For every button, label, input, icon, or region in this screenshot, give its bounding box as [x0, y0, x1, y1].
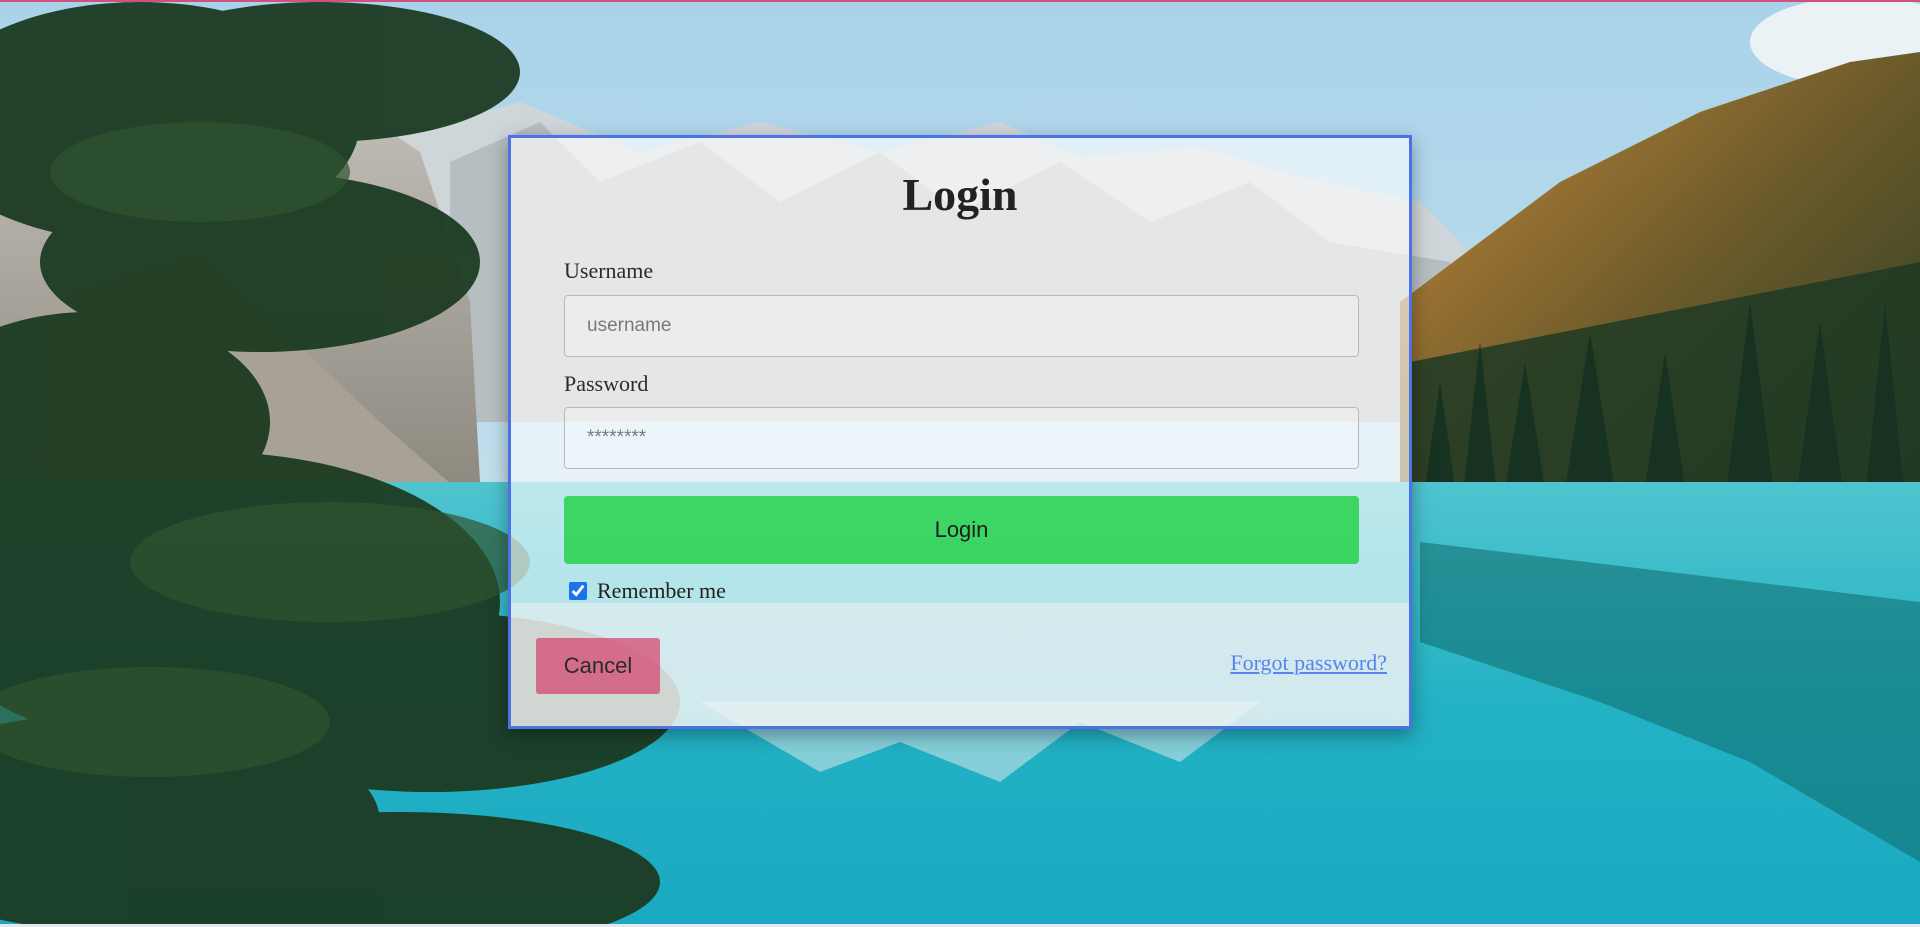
page-title: Login	[902, 169, 1018, 220]
login-button[interactable]: Login	[564, 496, 1359, 564]
username-input[interactable]	[564, 295, 1359, 357]
remember-me-row: Remember me	[569, 576, 726, 606]
login-card: Login Username Password Login Remember m…	[508, 135, 1412, 729]
remember-me-label[interactable]: Remember me	[597, 578, 726, 604]
remember-me-checkbox[interactable]	[569, 582, 587, 600]
password-input[interactable]	[564, 407, 1359, 469]
username-label: Username	[564, 258, 654, 283]
forgot-password-link[interactable]: Forgot password?	[1230, 650, 1387, 676]
cancel-button[interactable]: Cancel	[536, 638, 660, 694]
password-label: Password	[564, 371, 649, 396]
